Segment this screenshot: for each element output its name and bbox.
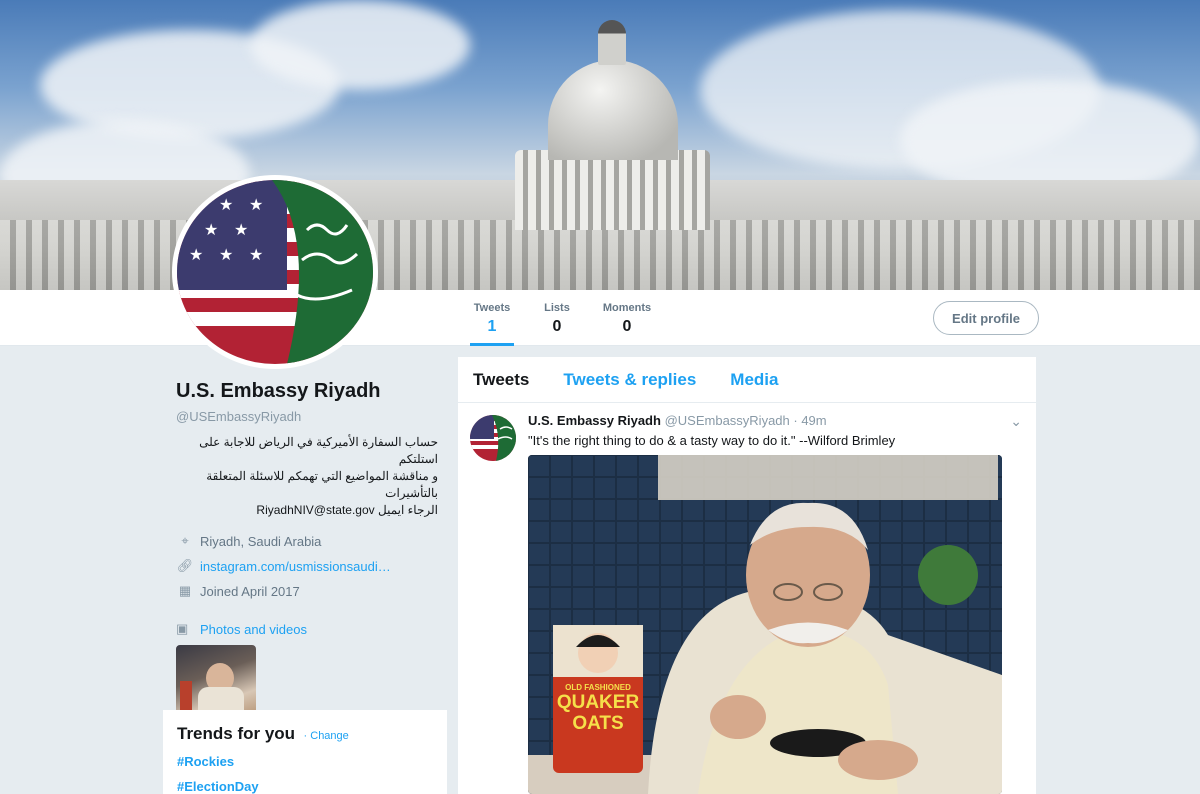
- photos-label: Photos and videos: [200, 621, 307, 637]
- profile-handle[interactable]: @USEmbassyRiyadh: [176, 409, 446, 424]
- profile-avatar[interactable]: ★★★ ★★ ★★★: [172, 175, 378, 369]
- profile-joined: ▦ Joined April 2017: [176, 583, 446, 599]
- tab-media[interactable]: Media: [730, 370, 778, 390]
- calendar-icon: ▦: [178, 583, 192, 598]
- svg-text:★: ★: [249, 245, 263, 264]
- can-label-product: OATS: [572, 713, 624, 734]
- photo-icon: ▣: [176, 621, 189, 636]
- timeline-tabs: Tweets Tweets & replies Media: [458, 357, 1036, 403]
- trends-panel: Trends for you · Change #Rockies #Electi…: [163, 710, 447, 794]
- bio-line: حساب السفارة الأميركية في الرياض للاجابة…: [199, 435, 438, 466]
- stat-lists-label: Lists: [544, 302, 570, 314]
- can-label-brand: QUAKER: [556, 692, 640, 713]
- profile-name: U.S. Embassy Riyadh: [176, 380, 381, 402]
- svg-text:★: ★: [234, 220, 248, 239]
- link-icon: 🔗︎: [176, 558, 194, 573]
- svg-text:★: ★: [189, 245, 203, 264]
- tweet-author-handle[interactable]: @USEmbassyRiyadh: [665, 413, 790, 428]
- profile-bio: حساب السفارة الأميركية في الرياض للاجابة…: [176, 434, 438, 519]
- flag-avatar-image: ★★★ ★★ ★★★: [177, 180, 373, 364]
- profile-website[interactable]: 🔗︎ instagram.com/usmissionsaudi…: [176, 558, 446, 574]
- tweet-media-image[interactable]: OLD FASHIONED QUAKER OATS: [528, 455, 1002, 794]
- svg-text:★: ★: [249, 195, 263, 214]
- tweet-header: U.S. Embassy Riyadh @USEmbassyRiyadh · 4…: [528, 413, 1022, 428]
- tweet-author-name[interactable]: U.S. Embassy Riyadh: [528, 413, 661, 428]
- stat-moments[interactable]: Moments 0: [598, 302, 656, 336]
- bio-line: و مناقشة المواضيع التي تهمكم للاسئلة الم…: [206, 469, 438, 500]
- tweet-body: U.S. Embassy Riyadh @USEmbassyRiyadh · 4…: [528, 413, 1022, 448]
- tweet-avatar[interactable]: [470, 415, 516, 461]
- stat-moments-count: 0: [622, 318, 632, 335]
- svg-text:★: ★: [219, 195, 233, 214]
- svg-text:★: ★: [204, 220, 218, 239]
- stat-moments-label: Moments: [602, 302, 652, 314]
- stat-tweets-label: Tweets: [473, 302, 511, 314]
- trend-item[interactable]: #Rockies: [177, 754, 433, 769]
- flag-avatar-image: [470, 415, 516, 461]
- media-scene: [528, 455, 1002, 794]
- tweet-text: "It's the right thing to do & a tasty wa…: [528, 433, 896, 448]
- photos-and-videos-link[interactable]: ▣ Photos and videos: [176, 621, 446, 637]
- trends-change-link[interactable]: · Change: [304, 730, 349, 742]
- profile-location: ⌖ Riyadh, Saudi Arabia: [176, 533, 446, 549]
- location-text: Riyadh, Saudi Arabia: [200, 533, 322, 549]
- profile-card: U.S. Embassy Riyadh @USEmbassyRiyadh حسا…: [176, 380, 446, 721]
- trend-item[interactable]: #ElectionDay: [177, 779, 433, 794]
- can-label-small: OLD FASHIONED: [565, 683, 631, 692]
- stat-tweets-count: 1: [487, 318, 497, 335]
- svg-text:★: ★: [219, 245, 233, 264]
- location-pin-icon: ⌖: [181, 533, 189, 548]
- timeline: Tweets Tweets & replies Media U.S. Embas…: [458, 357, 1036, 794]
- chevron-down-icon[interactable]: ⌄: [1010, 413, 1022, 430]
- website-link[interactable]: instagram.com/usmissionsaudi…: [200, 559, 391, 574]
- tweet[interactable]: U.S. Embassy Riyadh @USEmbassyRiyadh · 4…: [458, 403, 1036, 461]
- tweet-timestamp[interactable]: · 49m: [793, 413, 826, 428]
- stat-tweets[interactable]: Tweets 1: [470, 302, 514, 346]
- tab-tweets-and-replies[interactable]: Tweets & replies: [563, 370, 696, 390]
- joined-text: Joined April 2017: [200, 583, 300, 599]
- bio-line: الرجاء ايميل RiyadhNIV@state.gov: [256, 503, 438, 517]
- trends-title: Trends for you: [177, 724, 296, 743]
- stat-lists[interactable]: Lists 0: [540, 302, 574, 336]
- tab-tweets[interactable]: Tweets: [473, 370, 529, 390]
- edit-profile-button[interactable]: Edit profile: [933, 301, 1039, 335]
- stat-lists-count: 0: [552, 318, 562, 335]
